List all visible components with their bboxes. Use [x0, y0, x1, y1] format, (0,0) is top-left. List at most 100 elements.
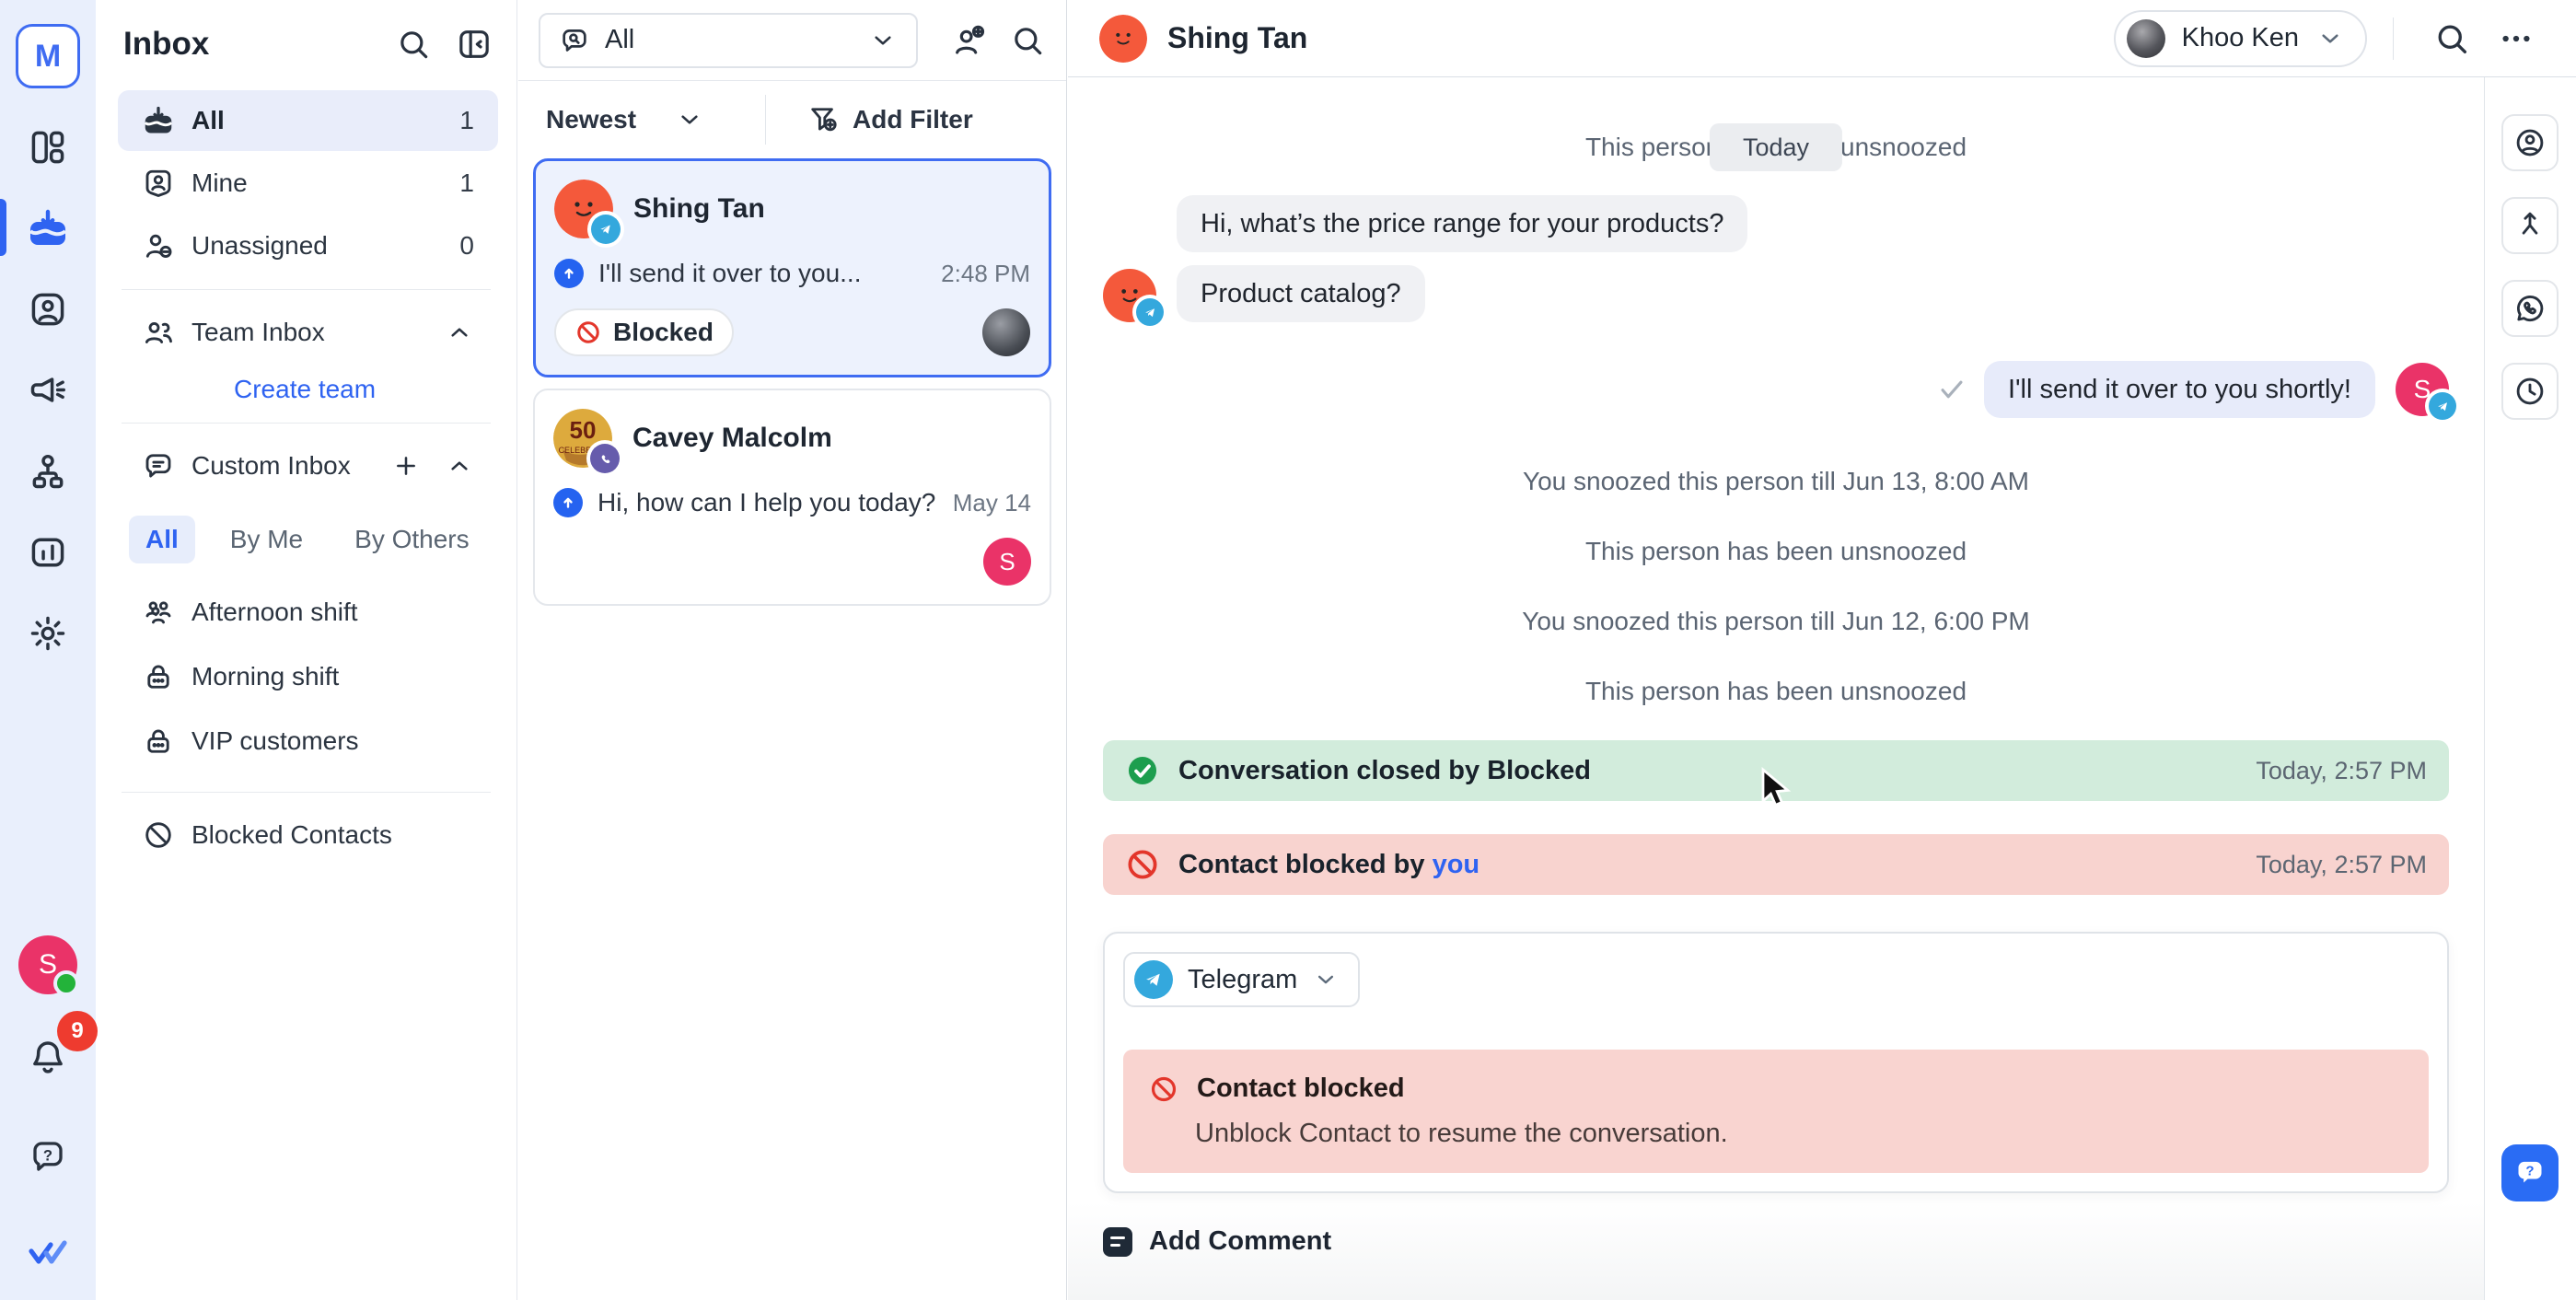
help-bubble-icon: ?: [29, 1137, 67, 1176]
outgoing-arrow-icon: [553, 488, 583, 517]
tab-by-others[interactable]: By Others: [338, 516, 485, 563]
nav-dashboard[interactable]: [22, 122, 74, 173]
add-contact-icon[interactable]: [950, 22, 987, 59]
lock-icon: [142, 725, 175, 758]
system-message: You snoozed this person till Jun 13, 8:0…: [1103, 466, 2449, 497]
custom-inbox-afternoon-shift[interactable]: Afternoon shift: [118, 584, 498, 641]
nav-reports[interactable]: [22, 527, 74, 578]
merge-icon: [2513, 209, 2547, 242]
add-filter-button[interactable]: Add Filter: [806, 103, 973, 136]
custom-inbox-vip-customers[interactable]: VIP customers: [118, 713, 498, 770]
plus-icon[interactable]: [391, 451, 421, 481]
blocked-tag-label: Blocked: [613, 318, 714, 347]
svg-text:50: 50: [570, 416, 597, 444]
nav-inbox[interactable]: [22, 203, 74, 254]
user-avatar[interactable]: S: [18, 935, 77, 994]
sidebar-item-label: Mine: [191, 168, 248, 198]
blocked-icon: [1125, 847, 1160, 882]
telegram-channel-icon: [591, 215, 621, 244]
sidebar-item-unassigned[interactable]: Unassigned 0: [118, 215, 498, 276]
collapse-panel-icon[interactable]: [456, 26, 493, 63]
date-separator: This person has been unsnoozed Today: [1103, 123, 2449, 171]
custom-inbox-header[interactable]: Custom Inbox: [118, 436, 498, 495]
assignee-name: Khoo Ken: [2182, 23, 2299, 53]
outgoing-message[interactable]: I'll send it over to you shortly!: [1984, 361, 2375, 418]
online-status-dot: [53, 970, 79, 996]
search-conversation-button[interactable]: [2432, 19, 2471, 58]
blocked-banner-text: Contact blocked by: [1178, 850, 1425, 879]
search-icon[interactable]: [1009, 22, 1046, 59]
sort-filter-bar: Newest Add Filter: [518, 81, 1066, 158]
whatsapp-button[interactable]: [2501, 280, 2559, 337]
workspace-logo-letter: M: [35, 39, 61, 75]
sidebar-item-mine[interactable]: Mine 1: [118, 153, 498, 214]
message-area[interactable]: This person has been unsnoozed Today Hi,…: [1068, 77, 2484, 1300]
blocked-banner-actor-link[interactable]: you: [1433, 850, 1480, 879]
channel-selector-dropdown[interactable]: Telegram: [1123, 952, 1360, 1007]
contact-avatar: [554, 180, 613, 238]
sender-initial: S: [2414, 375, 2431, 404]
chevron-down-icon: [2315, 24, 2345, 53]
support-button[interactable]: ?: [22, 1131, 74, 1182]
sort-dropdown[interactable]: Newest: [546, 105, 636, 134]
add-filter-label: Add Filter: [853, 105, 973, 134]
merge-contact-button[interactable]: [2501, 197, 2559, 254]
tab-all[interactable]: All: [129, 516, 195, 563]
sidebar-divider: [122, 423, 491, 424]
chevron-down-icon: [1312, 966, 1340, 993]
composer-card: Telegram Contact blocked Unblock Contact…: [1103, 932, 2449, 1193]
add-comment-button[interactable]: Add Comment: [1103, 1226, 2449, 1257]
funnel-plus-icon: [806, 103, 840, 136]
custom-inbox-item-label: VIP customers: [191, 726, 359, 756]
nav-broadcast[interactable]: [22, 365, 74, 416]
chevron-up-icon[interactable]: [445, 318, 474, 347]
workspace-logo[interactable]: M: [16, 24, 80, 88]
sidebar-item-all[interactable]: All 1: [118, 90, 498, 151]
assignee-dropdown[interactable]: Khoo Ken: [2114, 10, 2367, 67]
date-pill: Today: [1710, 123, 1842, 171]
search-icon[interactable]: [395, 26, 432, 63]
incoming-message[interactable]: Hi, what’s the price range for your prod…: [1177, 195, 1747, 252]
blocked-icon: [1149, 1074, 1178, 1104]
add-comment-label: Add Comment: [1149, 1226, 1331, 1257]
system-message: This person has been unsnoozed: [1103, 536, 2449, 567]
user-circle-icon: [2513, 126, 2547, 159]
conversation-item-shing-tan[interactable]: Shing Tan I'll send it over to you... 2:…: [533, 158, 1051, 377]
sidebar-item-count: 1: [459, 106, 474, 135]
megaphone-icon: [28, 370, 68, 411]
team-inbox-header[interactable]: Team Inbox: [118, 303, 498, 362]
blocked-tag: Blocked: [554, 308, 734, 356]
person-badge-icon: [142, 167, 175, 200]
incoming-message[interactable]: Product catalog?: [1177, 265, 1425, 322]
nav-settings[interactable]: [22, 608, 74, 659]
chat-panel: Shing Tan Khoo Ken This person: [1068, 0, 2576, 1300]
custom-inbox-morning-shift[interactable]: Morning shift: [118, 648, 498, 705]
more-options-button[interactable]: [2497, 19, 2535, 58]
sidebar-divider: [122, 289, 491, 290]
search-icon: [2432, 19, 2471, 58]
nav-workflows[interactable]: [22, 446, 74, 497]
chevron-down-icon: [868, 26, 898, 55]
sidebar-item-label: All: [191, 106, 225, 135]
whatsapp-icon: [2513, 292, 2547, 325]
snooze-button[interactable]: [2501, 363, 2559, 420]
chat-search-icon: [559, 25, 590, 56]
notifications-button[interactable]: 9: [22, 1031, 74, 1083]
create-team-link[interactable]: Create team: [234, 375, 376, 404]
contact-avatar[interactable]: [1099, 15, 1147, 63]
nav-contacts[interactable]: [22, 284, 74, 335]
blocked-contacts-label: Blocked Contacts: [191, 820, 392, 850]
chevron-up-icon[interactable]: [445, 451, 474, 481]
blocked-contacts-item[interactable]: Blocked Contacts: [118, 806, 498, 865]
conversation-item-cavey-malcolm[interactable]: 50CELEBRATE Cavey Malcolm Hi, how can I …: [533, 389, 1051, 606]
channel-filter-dropdown[interactable]: All: [539, 13, 918, 68]
tab-by-me[interactable]: By Me: [214, 516, 319, 563]
svg-text:?: ?: [43, 1147, 52, 1165]
telegram-channel-icon: [1136, 298, 1164, 326]
help-widget-button[interactable]: ?: [2501, 1144, 2559, 1201]
sidebar-title: Inbox: [123, 26, 209, 63]
chevron-down-icon[interactable]: [675, 105, 704, 134]
custom-inbox-tabs: All By Me By Others: [129, 516, 516, 563]
contact-details-button[interactable]: [2501, 114, 2559, 171]
double-check-logo-icon: [26, 1226, 70, 1271]
